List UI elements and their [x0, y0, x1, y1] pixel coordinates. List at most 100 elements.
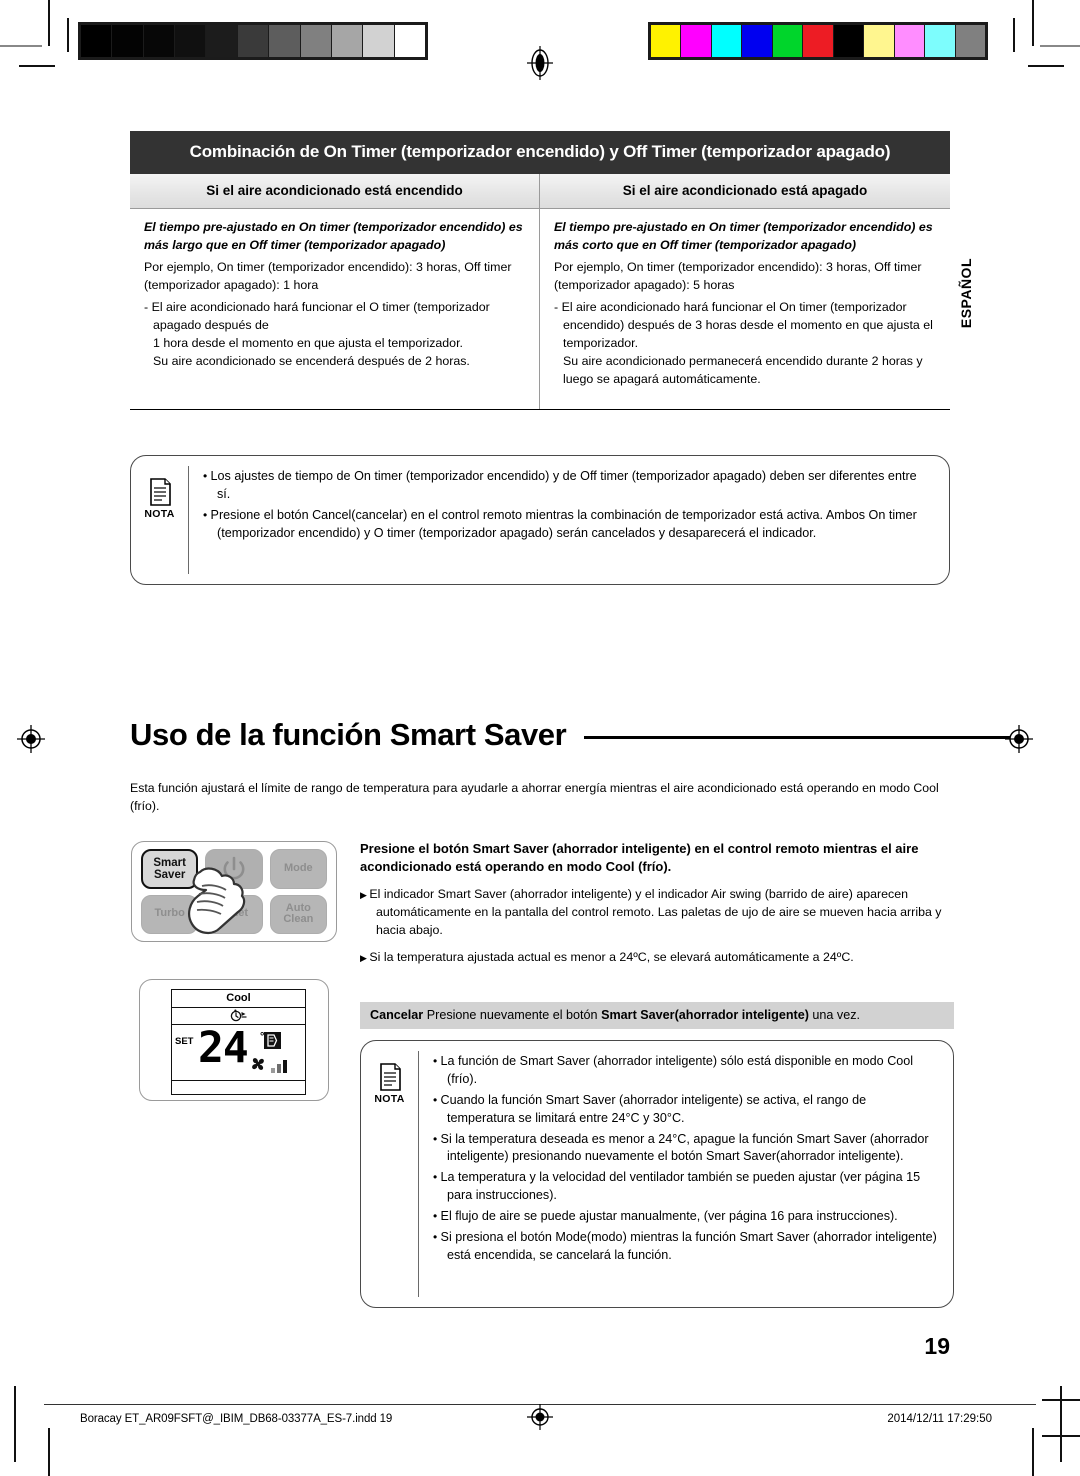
bullet-icon: • — [203, 469, 211, 483]
lcd-temperature-value: 24 — [198, 1023, 249, 1073]
cell-sub-line-1: 1 hora desde el momento en que ajusta el… — [153, 335, 463, 350]
bullet-icon: • — [433, 1209, 441, 1223]
nota-item: • Si presiona el botón Mode(modo) mientr… — [433, 1229, 937, 1265]
language-tab-espanol: ESPAÑOL — [958, 258, 974, 329]
color-patch-4 — [771, 25, 803, 57]
cell-sub-line-1: Su aire acondicionado permanecerá encend… — [563, 353, 923, 386]
color-patch-1 — [680, 25, 711, 57]
pointing-hand-icon — [188, 867, 246, 934]
nota-item-text: Si presiona el botón Mode(modo) mientras… — [440, 1229, 937, 1262]
color-patch-7 — [863, 25, 894, 57]
nota-item: • El flujo de aire se puede ajustar manu… — [433, 1208, 937, 1226]
bullet-icon: • — [433, 1131, 441, 1146]
color-patch-5 — [802, 25, 833, 57]
nota-item: • Si la temperatura deseada es menor a 2… — [433, 1131, 937, 1167]
nota-label: NOTA — [144, 508, 175, 520]
print-calibration-bars — [0, 22, 1080, 80]
page-title: Uso de la función Smart Saver — [130, 717, 567, 752]
cell-dash-line: - El aire acondicionado hará funcionar e… — [554, 299, 933, 350]
lcd-set-label: SET — [175, 1036, 194, 1047]
instruction-lead: Presione el botón Smart Saver (ahorrador… — [360, 841, 919, 875]
instruction-item-text: Si la temperatura ajustada actual es men… — [369, 949, 854, 964]
cell-example: Por ejemplo, On timer (temporizador ence… — [144, 259, 512, 292]
table-header-ac-off: Si el aire acondicionado está apagado — [622, 183, 868, 198]
registration-mark-left-icon — [17, 725, 45, 753]
triangle-bullet-icon: ▶ — [360, 952, 370, 963]
triangle-bullet-icon: ▶ — [360, 889, 370, 900]
section-intro-text: Esta función ajustará el límite de rango… — [130, 781, 939, 813]
cell-emphasis: El tiempo pre-ajustado en On timer (temp… — [554, 220, 933, 252]
nota-item: • La función de Smart Saver (ahorrador i… — [433, 1053, 937, 1089]
gray-patch-7 — [299, 25, 331, 57]
color-patch-6 — [832, 25, 864, 57]
nota-item-text: Los ajustes de tiempo de On timer (tempo… — [210, 469, 917, 501]
fan-bar-3 — [283, 1060, 287, 1073]
smart-saver-icon — [230, 1009, 246, 1022]
cell-dash-line: - El aire acondicionado hará funcionar e… — [144, 299, 490, 332]
page-number: 19 — [924, 1333, 950, 1359]
remote-key-label: Mode — [283, 861, 313, 874]
cell-sub-line-2: Su aire acondicionado se encenderá despu… — [153, 353, 470, 368]
fan-bar-1 — [271, 1068, 275, 1073]
bullet-icon: • — [433, 1092, 441, 1107]
color-patch-10 — [954, 25, 985, 57]
page-edge-left — [14, 1386, 16, 1462]
remote-key-label: Auto Clean — [283, 901, 314, 926]
heading-rule — [130, 717, 1010, 739]
cell-example: Por ejemplo, On timer (temporizador ence… — [554, 259, 922, 292]
color-patch-2 — [710, 25, 742, 57]
fan-icon — [252, 1058, 264, 1070]
cancel-instruction-bar: Cancelar Presione nuevamente el botón Sm… — [360, 1002, 954, 1029]
gray-patch-3 — [174, 25, 206, 57]
nota-item-text: La temperatura y la velocidad del ventil… — [440, 1170, 921, 1203]
nota-item: • Presione el botón Cancel(cancelar) en … — [203, 507, 933, 543]
air-swing-icon — [264, 1032, 281, 1054]
nota-item-text: Si la temperatura deseada es menor a 24°… — [440, 1131, 929, 1164]
nota-box-top: NOTA • Los ajustes de tiempo de On timer… — [130, 455, 950, 585]
gray-patch-1 — [111, 25, 143, 57]
cancel-text-after: una vez. — [808, 1008, 861, 1022]
color-calibration-ramp — [648, 22, 988, 60]
table-header-ac-on: Si el aire acondicionado está encendido — [130, 174, 540, 208]
remote-key-mode[interactable]: Mode — [269, 849, 327, 889]
nota-box-bottom: NOTA • La función de Smart Saver (ahorra… — [360, 1040, 954, 1308]
nota-item: • La temperatura y la velocidad del vent… — [433, 1169, 937, 1205]
color-patch-9 — [924, 25, 955, 57]
color-patch-3 — [741, 25, 772, 57]
table-title: Combinación de On Timer (temporizador en… — [130, 131, 950, 174]
nota-content: • Los ajustes de tiempo de On timer (tem… — [189, 456, 949, 584]
gray-patch-8 — [330, 25, 363, 57]
footer-timestamp: 2014/12/11 17:29:50 — [887, 1413, 992, 1425]
bullet-icon: • — [433, 1170, 441, 1185]
color-patch-0 — [651, 25, 681, 57]
nota-item-text: Cuando la función Smart Saver (ahorrador… — [440, 1092, 867, 1125]
timer-combination-table: Combinación de On Timer (temporizador en… — [130, 131, 950, 410]
gray-patch-9 — [362, 25, 394, 57]
gray-patch-6 — [268, 25, 300, 57]
footer-registration-mark-icon — [527, 1404, 553, 1430]
bullet-icon: • — [433, 1229, 441, 1244]
gray-patch-2 — [142, 25, 175, 57]
remote-key-auto-clean[interactable]: Auto Clean — [269, 894, 327, 934]
smart-saver-instructions: Presione el botón Smart Saver (ahorrador… — [360, 840, 954, 967]
nota-marker: NOTA — [131, 466, 189, 574]
section-heading: Uso de la función Smart Saver — [130, 717, 1010, 753]
table-header-row: Si el aire acondicionado está encendido … — [130, 174, 950, 209]
crop-mark-bottom-left-v — [48, 1428, 50, 1476]
nota-marker: NOTA — [361, 1051, 419, 1297]
nota-item-text: La función de Smart Saver (ahorrador int… — [440, 1054, 914, 1086]
crop-mark-bottom-right-v — [1032, 1428, 1034, 1476]
nota-item: • Cuando la función Smart Saver (ahorrad… — [433, 1092, 937, 1128]
table-body-row: El tiempo pre-ajustado en On timer (temp… — [130, 209, 950, 410]
cancel-label: Cancelar — [370, 1008, 424, 1022]
bullet-icon: • — [433, 1054, 441, 1068]
gray-patch-10 — [393, 25, 425, 57]
remote-keypad-illustration: SmartSaver Mode Turbo Quiet AutoClean — [131, 841, 337, 942]
document-note-icon — [379, 1063, 401, 1091]
instruction-item: ▶ Si la temperatura ajustada actual es m… — [360, 949, 954, 967]
document-note-icon — [149, 478, 171, 506]
color-patch-8 — [893, 25, 925, 57]
nota-label: NOTA — [374, 1093, 405, 1105]
nota-content: • La función de Smart Saver (ahorrador i… — [419, 1041, 953, 1307]
bullet-icon: • — [203, 507, 211, 522]
